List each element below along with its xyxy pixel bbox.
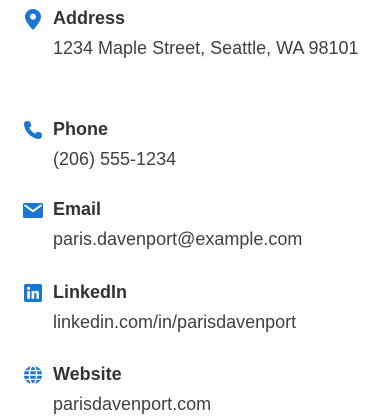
email-link[interactable]: paris.davenport@example.com: [53, 224, 388, 254]
contact-item-phone: Phone (206) 555-1234: [0, 117, 390, 177]
contact-item-email: Email paris.davenport@example.com: [0, 197, 390, 257]
phone-title: Phone: [53, 119, 109, 139]
address-title: Address: [53, 8, 126, 28]
email-title: Email: [53, 199, 102, 219]
linkedin-title: LinkedIn: [53, 282, 128, 302]
contact-item-address: Address 1234 Maple Street, Seattle, WA 9…: [0, 6, 390, 98]
globe-icon: [22, 365, 44, 385]
website-title: Website: [53, 364, 122, 384]
envelope-icon: [22, 200, 44, 220]
linkedin-icon: [22, 283, 44, 303]
linkedin-link[interactable]: linkedin.com/in/parisdavenport: [53, 307, 388, 337]
address-value: 1234 Maple Street, Seattle, WA 98101: [53, 38, 359, 58]
contact-item-website: Website parisdavenport.com: [0, 362, 390, 420]
contact-list: Address 1234 Maple Street, Seattle, WA 9…: [0, 0, 390, 420]
contact-item-linkedin: LinkedIn linkedin.com/in/parisdavenport: [0, 280, 390, 340]
map-pin-icon: [22, 8, 44, 30]
phone-link[interactable]: (206) 555-1234: [53, 144, 388, 174]
phone-icon: [22, 120, 44, 140]
website-link[interactable]: parisdavenport.com: [53, 389, 388, 419]
